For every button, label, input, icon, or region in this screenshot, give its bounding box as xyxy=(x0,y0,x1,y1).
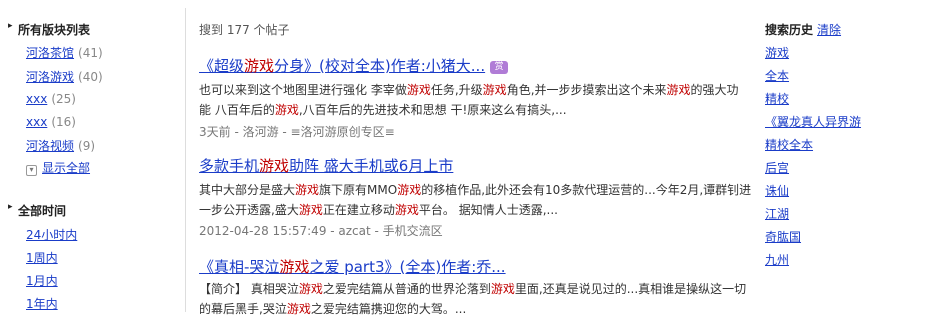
time-filter-item[interactable]: 24小时内 xyxy=(26,226,77,243)
history-item[interactable]: 精校 xyxy=(765,92,789,106)
forum-filter-item[interactable]: 河洛游戏 (40) xyxy=(26,68,103,85)
triangle-right-icon: ▸ xyxy=(8,202,13,212)
result-title[interactable]: 多款手机游戏助阵 盛大手机或6月上市 xyxy=(199,155,453,176)
column-divider xyxy=(185,8,186,312)
result-title-link[interactable]: 《超级游戏分身》(校对全本)作者:小猪大... xyxy=(199,57,485,75)
forum-filter-count: (25) xyxy=(51,92,76,106)
forum-filter-count: (9) xyxy=(78,139,96,153)
snippet-line: 能 八百年后的游戏,八百年后的先进技术和思想 干!原来这么有搞头,... xyxy=(199,103,567,117)
history-item[interactable]: 精校全本 xyxy=(765,138,813,152)
forum-filter-item[interactable]: 河洛视频 (9) xyxy=(26,137,95,154)
forum-filter-count: (41) xyxy=(78,46,103,60)
history-item[interactable]: 奇肱国 xyxy=(765,230,801,244)
show-all-forums[interactable]: ▾ 显示全部 xyxy=(26,159,90,176)
results-count: 搜到 177 个帖子 xyxy=(199,23,290,37)
history-item[interactable]: 游戏 xyxy=(765,46,789,60)
snippet-line: 【简介】 真相哭泣游戏之爱完结篇从普通的世界沦落到游戏里面,还真是说见过的...… xyxy=(199,282,747,296)
forum-filter-link[interactable]: xxx xyxy=(26,92,47,106)
time-filter-link[interactable]: 1周内 xyxy=(26,251,58,265)
result-title-link[interactable]: 《真相-哭泣游戏之爱 part3》(全本)作者:乔... xyxy=(199,258,506,276)
snippet-line: 也可以来到这个地图里进行强化 李宰做游戏任务,升级游戏角色,并一步步摸索出这个未… xyxy=(199,83,739,97)
forums-section-title: ▸ 所有版块列表 xyxy=(8,21,91,37)
result-title[interactable]: 《超级游戏分身》(校对全本)作者:小猪大... 赏 xyxy=(199,55,509,76)
time-filter-link[interactable]: 1年内 xyxy=(26,297,58,311)
forum-filter-count: (16) xyxy=(51,115,76,129)
time-filter-item[interactable]: 1月内 xyxy=(26,272,58,289)
time-filter-item[interactable]: 1年内 xyxy=(26,295,58,312)
result-snippet: 也可以来到这个地图里进行强化 李宰做游戏任务,升级游戏角色,并一步步摸索出这个未… xyxy=(199,80,769,120)
forum-filter-item[interactable]: xxx (25) xyxy=(26,92,76,106)
history-item[interactable]: 全本 xyxy=(765,69,789,83)
history-item[interactable]: 《翼龙真人异界游 xyxy=(765,115,861,129)
history-item[interactable]: 诛仙 xyxy=(765,184,789,198)
forum-filter-item[interactable]: xxx (16) xyxy=(26,115,76,129)
triangle-right-icon: ▸ xyxy=(8,21,13,31)
history-item[interactable]: 九州 xyxy=(765,253,789,267)
forum-filter-link[interactable]: 河洛游戏 xyxy=(26,70,74,84)
time-filter-link[interactable]: 24小时内 xyxy=(26,228,77,242)
history-item[interactable]: 后宫 xyxy=(765,161,789,175)
forum-filter-count: (40) xyxy=(78,70,103,84)
snippet-line: 其中大部分是盛大游戏旗下原有MMO游戏的移植作品,此外还会有10多款代理运营的.… xyxy=(199,183,752,197)
history-item[interactable]: 江湖 xyxy=(765,207,789,221)
expand-icon: ▾ xyxy=(26,165,37,176)
reward-badge: 赏 xyxy=(490,61,509,74)
result-snippet: 【简介】 真相哭泣游戏之爱完结篇从普通的世界沦落到游戏里面,还真是说见过的...… xyxy=(199,279,769,319)
result-title[interactable]: 《真相-哭泣游戏之爱 part3》(全本)作者:乔... xyxy=(199,256,506,277)
result-snippet: 其中大部分是盛大游戏旗下原有MMO游戏的移植作品,此外还会有10多款代理运营的.… xyxy=(199,180,769,220)
show-all-link[interactable]: 显示全部 xyxy=(42,161,90,175)
snippet-line: 一步公开透露,盛大游戏正在建立移动游戏平台。 据知情人士透露,... xyxy=(199,203,558,217)
clear-history-link[interactable]: 清除 xyxy=(817,23,841,37)
forum-filter-item[interactable]: 河洛茶馆 (41) xyxy=(26,44,103,61)
forum-filter-link[interactable]: 河洛茶馆 xyxy=(26,46,74,60)
result-meta: 3天前 - 洛河游 - ≡洛河游原创专区≡ xyxy=(199,125,395,139)
snippet-line: 的幕后黑手,哭泣游戏之爱完结篇携迎您的大驾。... xyxy=(199,302,467,316)
forum-filter-link[interactable]: 河洛视频 xyxy=(26,139,74,153)
history-title: 搜索历史 清除 xyxy=(765,23,842,37)
time-section-title: ▸ 全部时间 xyxy=(8,202,67,218)
result-meta: 2012-04-28 15:57:49 - azcat - 手机交流区 xyxy=(199,224,443,238)
forum-filter-link[interactable]: xxx xyxy=(26,115,47,129)
time-filter-item[interactable]: 1周内 xyxy=(26,249,58,266)
time-filter-link[interactable]: 1月内 xyxy=(26,274,58,288)
result-title-link[interactable]: 多款手机游戏助阵 盛大手机或6月上市 xyxy=(199,157,453,175)
